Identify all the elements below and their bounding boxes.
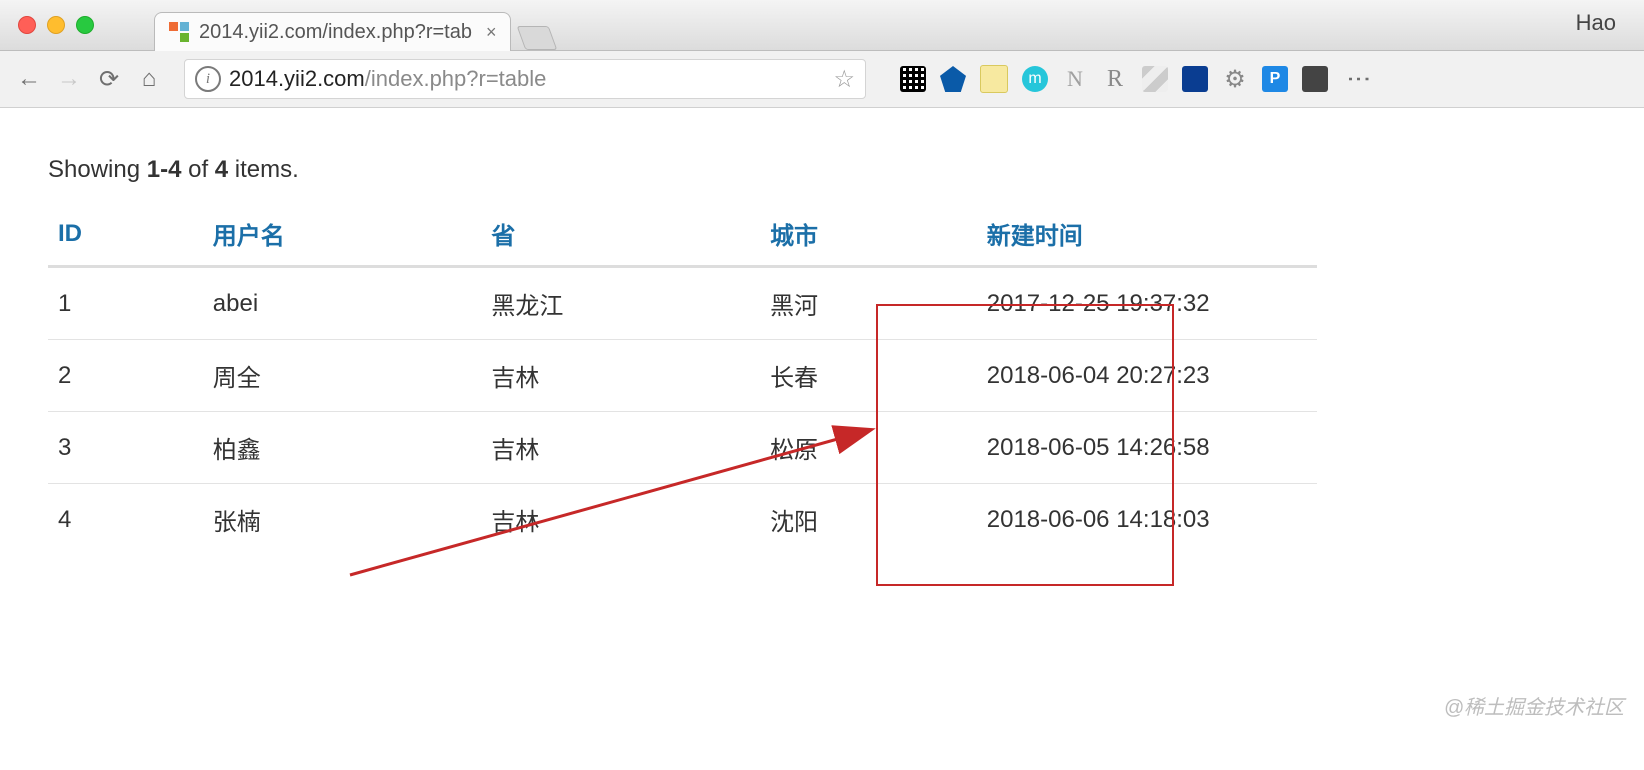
table-row: 1abei黑龙江黑河2017-12-25 19:37:32	[48, 267, 1317, 340]
summary-total: 4	[215, 156, 228, 183]
watermark-text: @稀土掘金技术社区	[1444, 691, 1624, 720]
summary-suffix: items.	[228, 156, 299, 183]
table-row: 2周全吉林长春2018-06-04 20:27:23	[48, 340, 1317, 412]
cell-created: 2018-06-05 14:26:58	[977, 412, 1318, 484]
n-extension-icon[interactable]: N	[1062, 66, 1088, 92]
summary-prefix: Showing	[48, 156, 147, 183]
cell-id: 1	[48, 267, 203, 340]
cell-username: abei	[203, 267, 482, 340]
tab-close-icon[interactable]: ×	[486, 22, 497, 43]
chrome-menu-icon[interactable]: ⋮	[1344, 67, 1372, 91]
m-extension-icon[interactable]: m	[1022, 66, 1048, 92]
cell-province: 吉林	[481, 484, 760, 556]
vimium-extension-icon[interactable]	[940, 66, 966, 92]
p-extension-icon[interactable]: P	[1262, 66, 1288, 92]
tab-title: 2014.yii2.com/index.php?r=tab	[199, 21, 472, 44]
col-province[interactable]: 省	[481, 202, 760, 267]
tab-strip: 2014.yii2.com/index.php?r=tab ×	[154, 0, 553, 50]
summary-range: 1-4	[147, 156, 182, 183]
address-bar[interactable]: i 2014.yii2.com/index.php?r=table ☆	[184, 59, 866, 99]
cell-created: 2017-12-25 19:37:32	[977, 267, 1318, 340]
col-id[interactable]: ID	[48, 202, 203, 267]
url-host: 2014.yii2.com	[229, 66, 365, 91]
cell-city: 长春	[760, 340, 977, 412]
cell-city: 黑河	[760, 267, 977, 340]
cell-created: 2018-06-04 20:27:23	[977, 340, 1318, 412]
cell-username: 张楠	[203, 484, 482, 556]
profile-name[interactable]: Hao	[1576, 10, 1616, 36]
reload-button[interactable]: ⟳	[94, 65, 124, 94]
table-row: 4张楠吉林沈阳2018-06-06 14:18:03	[48, 484, 1317, 556]
settings-gear-icon[interactable]: ⚙	[1222, 66, 1248, 92]
col-username[interactable]: 用户名	[203, 202, 482, 267]
browser-tab[interactable]: 2014.yii2.com/index.php?r=tab ×	[154, 12, 511, 51]
cell-created: 2018-06-06 14:18:03	[977, 484, 1318, 556]
cell-province: 吉林	[481, 340, 760, 412]
back-button[interactable]: ←	[14, 65, 44, 93]
table-row: 3柏鑫吉林松原2018-06-05 14:26:58	[48, 412, 1317, 484]
cell-province: 黑龙江	[481, 267, 760, 340]
browser-toolbar: ← → ⟳ ⌂ i 2014.yii2.com/index.php?r=tabl…	[0, 51, 1644, 108]
page-content: Showing 1-4 of 4 items. ID 用户名 省 城市 新建时间…	[0, 108, 1644, 603]
traffic-lights	[18, 16, 94, 34]
stripes-extension-icon[interactable]	[1142, 66, 1168, 92]
cell-city: 松原	[760, 412, 977, 484]
url-path: /index.php?r=table	[365, 66, 547, 91]
cell-city: 沈阳	[760, 484, 977, 556]
window-minimize-button[interactable]	[47, 16, 65, 34]
bookmark-star-icon[interactable]: ☆	[833, 65, 855, 94]
grid-summary: Showing 1-4 of 4 items.	[48, 156, 1596, 184]
home-button[interactable]: ⌂	[134, 65, 164, 93]
avatar-extension-icon[interactable]	[1302, 66, 1328, 92]
site-info-icon[interactable]: i	[195, 66, 221, 92]
cell-province: 吉林	[481, 412, 760, 484]
col-city[interactable]: 城市	[760, 202, 977, 267]
new-tab-button[interactable]	[517, 26, 558, 50]
cell-id: 2	[48, 340, 203, 412]
extensions-row: m N R ⚙ P	[900, 65, 1328, 93]
window-fullscreen-button[interactable]	[76, 16, 94, 34]
notes-extension-icon[interactable]	[980, 65, 1008, 93]
table-header-row: ID 用户名 省 城市 新建时间	[48, 202, 1317, 267]
cell-id: 4	[48, 484, 203, 556]
window-close-button[interactable]	[18, 16, 36, 34]
col-created[interactable]: 新建时间	[977, 202, 1318, 267]
cell-id: 3	[48, 412, 203, 484]
cell-username: 柏鑫	[203, 412, 482, 484]
url-text: 2014.yii2.com/index.php?r=table	[229, 66, 825, 92]
window-chrome: 2014.yii2.com/index.php?r=tab × Hao	[0, 0, 1644, 51]
summary-mid: of	[181, 156, 214, 183]
zhihu-extension-icon[interactable]	[1182, 66, 1208, 92]
forward-button[interactable]: →	[54, 65, 84, 93]
cell-username: 周全	[203, 340, 482, 412]
yii-favicon-icon	[169, 22, 189, 42]
r-extension-icon[interactable]: R	[1102, 66, 1128, 92]
data-table: ID 用户名 省 城市 新建时间 1abei黑龙江黑河2017-12-25 19…	[48, 202, 1317, 555]
qr-code-extension-icon[interactable]	[900, 66, 926, 92]
